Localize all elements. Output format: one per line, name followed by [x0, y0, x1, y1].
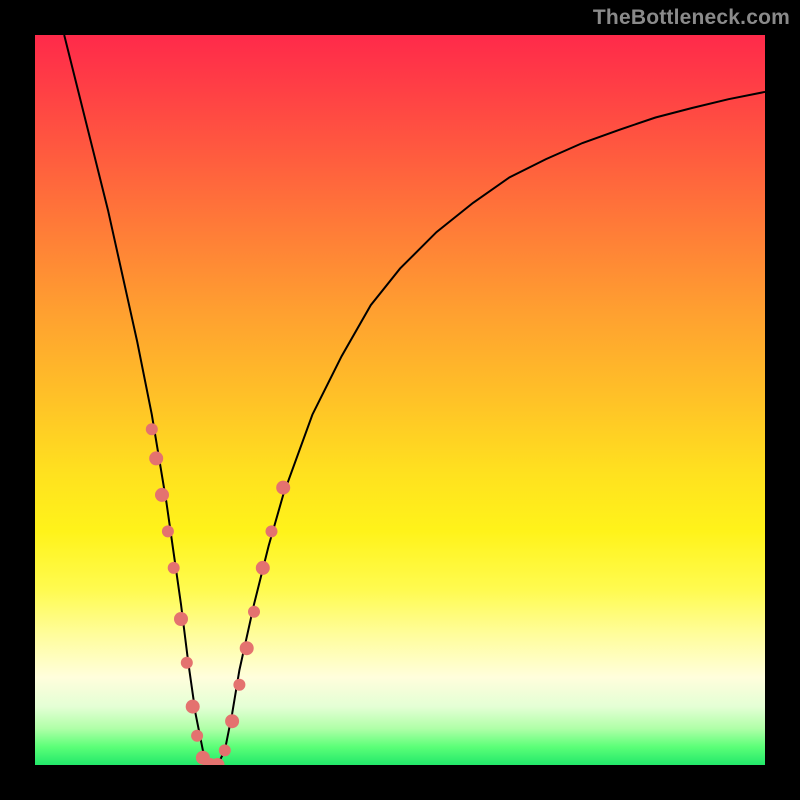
sample-dot	[191, 730, 203, 742]
watermark-text: TheBottleneck.com	[593, 6, 790, 30]
sample-dot	[181, 657, 193, 669]
sample-dot	[168, 562, 180, 574]
sample-dot	[155, 488, 169, 502]
bottleneck-curve	[64, 35, 765, 765]
sample-dot	[219, 744, 231, 756]
sample-dot	[248, 606, 260, 618]
sample-dot	[225, 714, 239, 728]
sample-dot	[146, 423, 158, 435]
sample-dot	[162, 525, 174, 537]
sample-dot	[233, 679, 245, 691]
sample-dot	[266, 525, 278, 537]
dots-layer	[146, 423, 290, 765]
sample-dot	[276, 481, 290, 495]
plot-area	[35, 35, 765, 765]
sample-dot	[149, 451, 163, 465]
sample-dot	[240, 641, 254, 655]
sample-dot	[174, 612, 188, 626]
sample-dot	[256, 561, 270, 575]
outer-frame: TheBottleneck.com	[0, 0, 800, 800]
sample-dot	[186, 700, 200, 714]
chart-svg	[35, 35, 765, 765]
